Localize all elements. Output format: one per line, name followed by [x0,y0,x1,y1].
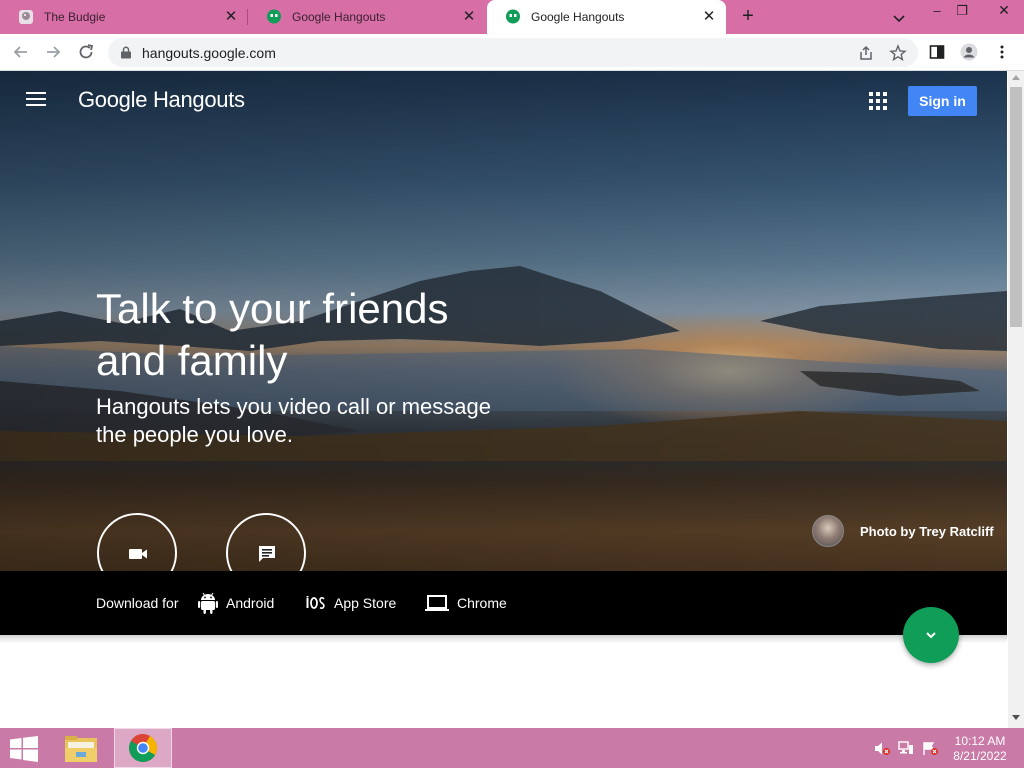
tab-google-hangouts-active[interactable]: Google Hangouts ✕ [487,0,726,34]
address-bar[interactable]: hangouts.google.com [108,38,918,67]
clock-time: 10:12 AM [954,734,1006,748]
tab-title: Google Hangouts [531,10,625,24]
lock-icon[interactable] [120,46,132,59]
bookmark-star-icon[interactable] [889,44,907,62]
side-panel-icon[interactable] [928,43,946,61]
subline-line-1: Hangouts lets you video call or message [96,394,491,419]
tab-title: Google Hangouts [292,10,386,24]
android-label[interactable]: Android [226,595,274,611]
scroll-down-button[interactable] [903,607,959,663]
download-chrome-link[interactable]: Chrome [425,589,507,617]
hero-subheadline: Hangouts lets you video call or message … [96,393,556,449]
action-center-flag-icon[interactable] [922,741,938,756]
network-icon[interactable] [898,741,914,756]
taskbar-clock[interactable]: 10:12 AM 8/21/2022 [944,734,1016,764]
clock-date: 8/21/2022 [953,749,1007,763]
sign-in-button[interactable]: Sign in [908,86,977,116]
subline-line-2: the people you love. [96,422,293,447]
chat-bubble-icon [259,546,275,562]
google-apps-grid-icon[interactable] [869,92,887,110]
scrollbar-thumb[interactable] [1010,87,1022,327]
page-viewport: Google Hangouts Sign in Talk to your fri… [0,71,1008,728]
ios-icon [306,596,325,609]
taskbar-file-explorer[interactable] [52,728,110,768]
photo-credit[interactable]: Photo by Trey Ratcliff [812,515,994,547]
chrome-label[interactable]: Chrome [457,595,507,611]
laptop-icon [425,595,449,611]
download-android-link[interactable]: Android [198,589,274,617]
photographer-avatar [812,515,844,547]
back-arrow-icon[interactable] [12,43,30,61]
photo-credit-text[interactable]: Photo by Trey Ratcliff [860,524,994,539]
tab-title: The Budgie [44,10,106,24]
share-icon[interactable] [857,44,875,62]
windows-start-icon[interactable] [10,736,38,762]
profile-avatar-icon[interactable] [960,43,978,61]
hero-headline: Talk to your friends and family [96,283,556,387]
hangouts-favicon [267,9,281,24]
google-hangouts-logo[interactable]: Google Hangouts [78,87,245,113]
budgie-favicon [19,10,33,24]
window-restore-button[interactable]: ❐ [950,4,974,20]
vertical-scrollbar[interactable] [1008,71,1024,728]
windows-taskbar: 10:12 AM 8/21/2022 [0,728,1024,768]
video-camera-icon [129,549,147,559]
tab-google-hangouts[interactable]: Google Hangouts ✕ [248,0,486,34]
tab-close-icon[interactable]: ✕ [462,9,476,24]
tab-the-budgie[interactable]: The Budgie ✕ [0,0,248,34]
headline-line-2: and family [96,337,288,384]
forward-arrow-icon[interactable] [44,43,62,61]
browser-tab-strip: The Budgie ✕ Google Hangouts ✕ Google Ha… [0,0,1024,34]
hangouts-favicon [506,9,520,24]
scroll-up-arrow[interactable] [1012,75,1020,80]
download-label: Download for [96,595,179,611]
download-app-store-link[interactable]: App Store [306,589,396,617]
android-icon [198,592,218,614]
hero-bottom-shadow [0,635,1007,643]
chrome-logo-icon [129,734,157,762]
browser-toolbar: hangouts.google.com [0,34,1024,71]
scroll-down-arrow[interactable] [1012,715,1020,720]
hamburger-menu-icon[interactable] [26,91,46,107]
download-bar: Download for Android App Store Chrome [0,571,1007,635]
taskbar-chrome[interactable] [114,728,172,768]
window-close-button[interactable]: ✕ [984,0,1024,20]
app-store-label[interactable]: App Store [334,595,396,611]
reload-icon[interactable] [77,43,95,61]
new-tab-button[interactable]: + [738,6,758,27]
folder-icon [65,736,97,762]
tab-close-icon[interactable]: ✕ [224,9,238,24]
chevron-down-icon [926,632,936,639]
speaker-muted-icon[interactable] [874,741,890,756]
window-minimize-button[interactable]: – [925,4,949,20]
tab-close-icon[interactable]: ✕ [702,9,716,24]
more-menu-icon[interactable] [993,43,1011,61]
url-text[interactable]: hangouts.google.com [142,45,276,61]
headline-line-1: Talk to your friends [96,285,449,332]
tab-search-chevron-icon[interactable] [891,10,907,26]
